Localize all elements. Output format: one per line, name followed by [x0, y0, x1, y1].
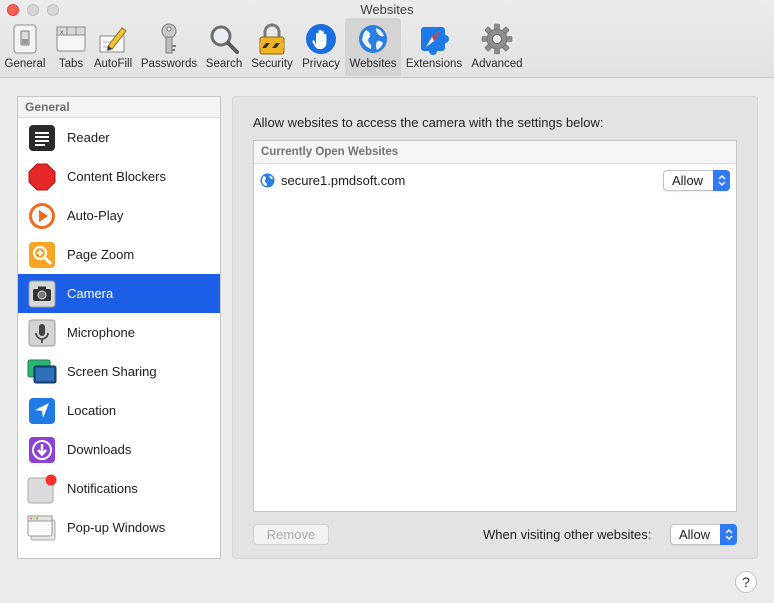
play-icon: [27, 201, 57, 231]
popup-value: Allow: [672, 173, 704, 188]
stop-sign-icon: [27, 162, 57, 192]
globe-icon: [260, 172, 275, 188]
toolbar-label: Extensions: [405, 58, 463, 70]
toolbar-label: Advanced: [471, 58, 523, 70]
location-arrow-icon: [27, 396, 57, 426]
toolbar-security[interactable]: Security: [248, 18, 296, 76]
sidebar-item-content-blockers[interactable]: Content Blockers: [18, 157, 220, 196]
toolbar-privacy[interactable]: Privacy: [299, 18, 343, 76]
sidebar-item-label: Screen Sharing: [67, 364, 157, 379]
sidebar-item-label: Reader: [67, 130, 110, 145]
toolbar-passwords[interactable]: Passwords: [138, 18, 200, 76]
sidebar-item-notifications[interactable]: Notifications: [18, 469, 220, 508]
other-websites-popup[interactable]: Allow: [670, 524, 737, 545]
sidebar-item-location[interactable]: Location: [18, 391, 220, 430]
open-websites-table: Currently Open Websites secure1.pmdsoft.…: [253, 140, 737, 512]
table-row[interactable]: secure1.pmdsoft.com Allow: [254, 164, 736, 196]
panel-description: Allow websites to access the camera with…: [253, 115, 604, 130]
toolbar-search[interactable]: Search: [203, 18, 245, 76]
toolbar-label: Security: [251, 58, 293, 70]
toolbar-autofill[interactable]: AutoFill: [92, 18, 134, 76]
table-header: Currently Open Websites: [254, 141, 736, 164]
window-toolbar: Websites General x Tabs AutoFill Passwor…: [0, 0, 774, 78]
sidebar-header: General: [18, 97, 220, 118]
notification-badge-icon: [27, 474, 57, 504]
toolbar-label: Search: [205, 58, 243, 70]
sidebar-item-label: Downloads: [67, 442, 132, 457]
microphone-icon: [27, 318, 57, 348]
toolbar-general[interactable]: General: [2, 18, 48, 76]
svg-text:x: x: [60, 29, 64, 36]
toolbar-label: AutoFill: [93, 58, 133, 70]
sidebar-item-camera[interactable]: Camera: [18, 274, 220, 313]
toolbar-label: Privacy: [302, 58, 340, 70]
sidebar-item-reader[interactable]: Reader: [18, 118, 220, 157]
sidebar-item-screen-sharing[interactable]: Screen Sharing: [18, 352, 220, 391]
switch-icon: [8, 22, 42, 56]
toolbar-label: Tabs: [58, 58, 84, 70]
toolbar-advanced[interactable]: Advanced: [467, 18, 527, 76]
camera-icon: [27, 279, 57, 309]
sidebar-item-downloads[interactable]: Downloads: [18, 430, 220, 469]
globe-icon: [356, 22, 390, 56]
sidebar-item-label: Notifications: [67, 481, 138, 496]
padlock-icon: [255, 22, 289, 56]
sidebar-item-label: Location: [67, 403, 117, 418]
toolbar-label: Passwords: [140, 58, 198, 70]
popup-value: Allow: [679, 527, 711, 542]
pencil-form-icon: [96, 22, 130, 56]
camera-settings-panel: Allow websites to access the camera with…: [232, 96, 758, 559]
magnifier-icon: [207, 22, 241, 56]
reader-icon: [27, 123, 57, 153]
download-icon: [27, 435, 57, 465]
help-button[interactable]: ?: [735, 571, 757, 593]
window-title: Websites: [360, 2, 414, 17]
tabs-icon: x: [54, 22, 88, 56]
other-websites-label: When visiting other websites:: [483, 527, 652, 542]
popup-window-icon: [27, 513, 57, 543]
sidebar-item-label: Pop-up Windows: [67, 520, 166, 535]
zoom-icon: [27, 240, 57, 270]
toolbar-label: General: [4, 58, 46, 70]
sidebar-item-label: Auto-Play: [67, 208, 124, 223]
site-name: secure1.pmdsoft.com: [281, 172, 406, 188]
toolbar-tabs[interactable]: x Tabs: [52, 18, 90, 76]
sidebar-item-label: Page Zoom: [67, 247, 135, 262]
puzzle-compass-icon: [417, 22, 451, 56]
sidebar: General Reader Content Blockers Auto-Pla…: [17, 96, 221, 559]
site-permission-popup[interactable]: Allow: [663, 170, 730, 191]
screen-sharing-icon: [27, 357, 57, 387]
sidebar-item-popup-windows[interactable]: Pop-up Windows: [18, 508, 220, 547]
sidebar-item-label: Content Blockers: [67, 169, 166, 184]
sidebar-item-auto-play[interactable]: Auto-Play: [18, 196, 220, 235]
sidebar-item-label: Microphone: [67, 325, 135, 340]
toolbar-extensions[interactable]: Extensions: [403, 18, 465, 76]
sidebar-item-label: Camera: [67, 286, 114, 301]
key-icon: [152, 22, 186, 56]
gear-icon: [480, 22, 514, 56]
remove-button[interactable]: Remove: [253, 524, 329, 545]
sidebar-item-microphone[interactable]: Microphone: [18, 313, 220, 352]
toolbar-websites[interactable]: Websites: [345, 18, 401, 76]
chevron-updown-icon: [720, 524, 737, 545]
sidebar-item-page-zoom[interactable]: Page Zoom: [18, 235, 220, 274]
hand-icon: [304, 22, 338, 56]
toolbar-label: Websites: [349, 58, 397, 70]
chevron-updown-icon: [713, 170, 730, 191]
